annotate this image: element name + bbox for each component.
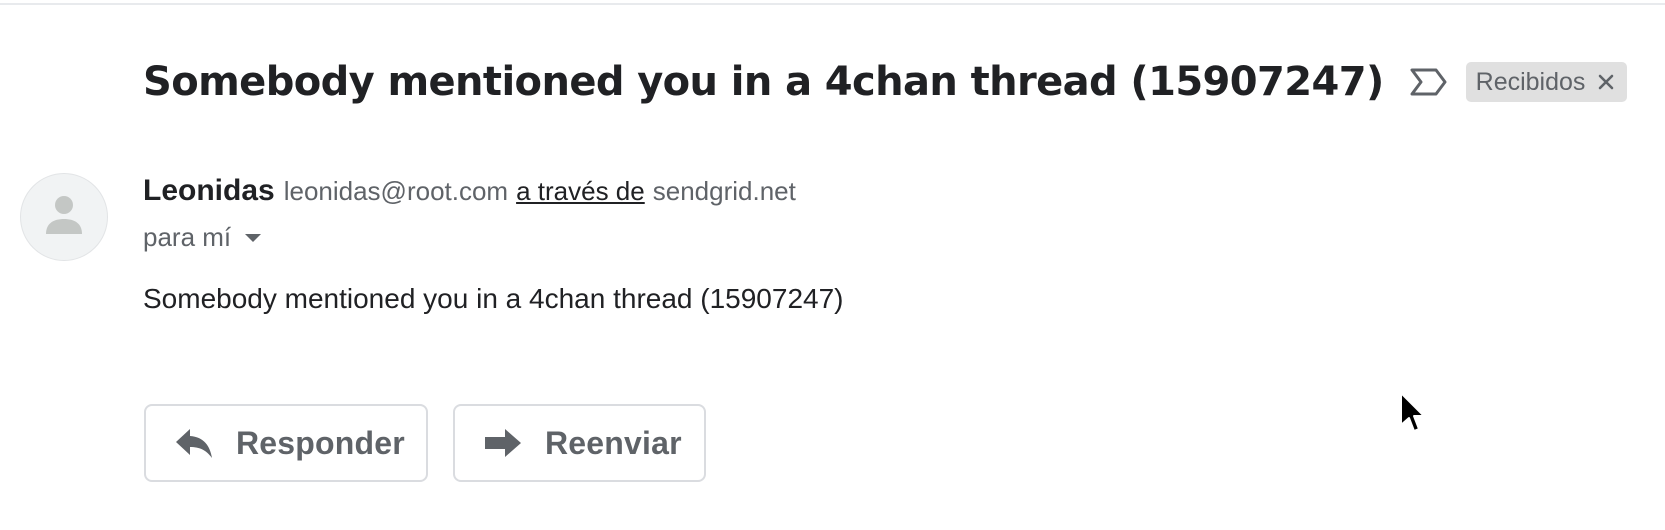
message-body: Somebody mentioned you in a 4chan thread…	[143, 283, 844, 314]
recipient-text: para mí	[143, 222, 232, 252]
forward-icon	[483, 426, 523, 460]
top-divider	[0, 3, 1665, 5]
recipient-details-toggle[interactable]: para mí	[143, 222, 262, 253]
close-icon[interactable]	[1597, 73, 1615, 91]
person-icon	[44, 194, 84, 241]
reply-button[interactable]: Responder	[144, 404, 428, 482]
label-chip-recibidos[interactable]: Recibidos	[1465, 62, 1628, 102]
reply-icon	[174, 426, 214, 460]
arrow-drop-down-icon[interactable]	[245, 233, 262, 242]
email-subject: Somebody mentioned you in a 4chan thread…	[143, 59, 1384, 105]
sender-avatar[interactable]	[20, 173, 108, 261]
forward-button[interactable]: Reenviar	[453, 404, 706, 482]
label-important-outline-icon[interactable]	[1410, 67, 1448, 97]
label-chip-text: Recibidos	[1475, 67, 1586, 96]
subject-row: Somebody mentioned you in a 4chan thread…	[143, 50, 1628, 114]
via-link[interactable]: a través de	[516, 176, 645, 207]
via-domain: sendgrid.net	[652, 176, 796, 206]
mouse-pointer-icon	[1400, 392, 1425, 432]
forward-button-label: Reenviar	[545, 424, 682, 461]
sender-row: Leonidas leonidas@root.com a través de s…	[143, 174, 796, 208]
sender-name[interactable]: Leonidas	[143, 174, 275, 208]
reply-button-label: Responder	[236, 424, 405, 461]
sender-email: leonidas@root.com	[283, 176, 509, 206]
